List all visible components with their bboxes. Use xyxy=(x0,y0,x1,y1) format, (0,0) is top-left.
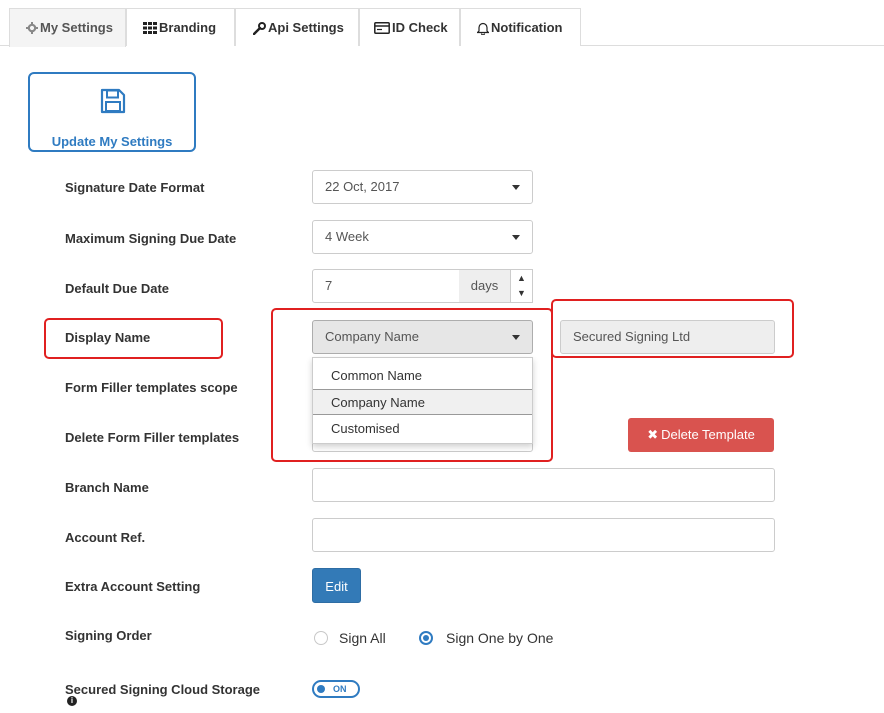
display-name-dropdown-menu: Common Name Company Name Customised xyxy=(312,357,533,444)
dropdown-option-customised[interactable]: Customised xyxy=(313,416,532,442)
update-button-label: Update My Settings xyxy=(51,134,173,149)
bell-icon xyxy=(477,22,489,35)
input-value: 7 xyxy=(325,278,333,293)
tab-label: Branding xyxy=(159,20,217,35)
tab-label: Api Settings xyxy=(268,20,344,35)
info-icon[interactable]: i xyxy=(67,696,77,706)
select-value: 22 Oct, 2017 xyxy=(325,179,400,194)
branch-name-label: Branch Name xyxy=(65,480,149,495)
caret-down-icon xyxy=(512,185,520,190)
signing-order-label: Signing Order xyxy=(65,628,152,643)
days-addon: days xyxy=(459,269,511,303)
radio-sign-all[interactable] xyxy=(314,631,328,645)
radio-sign-all-label[interactable]: Sign All xyxy=(339,629,386,647)
branch-name-input[interactable] xyxy=(312,468,775,502)
update-my-settings-button[interactable]: Update My Settings xyxy=(28,72,196,152)
display-name-preview: Secured Signing Ltd xyxy=(560,320,775,354)
signature-date-format-select[interactable]: 22 Oct, 2017 xyxy=(312,170,533,204)
chevron-up-icon[interactable]: ▲ xyxy=(517,274,526,283)
preview-value: Secured Signing Ltd xyxy=(573,329,691,344)
delete-template-button[interactable]: ✖ Delete Template xyxy=(628,418,774,452)
settings-tabs: My Settings Branding Api Settings ID Che… xyxy=(0,0,884,47)
wrench-icon xyxy=(253,21,266,35)
select-value: Company Name xyxy=(325,329,419,344)
caret-down-icon xyxy=(512,335,520,340)
id-card-icon xyxy=(374,22,390,34)
caret-down-icon xyxy=(512,235,520,240)
default-due-date-label: Default Due Date xyxy=(65,281,170,296)
toggle-state: ON xyxy=(333,684,347,694)
tab-api-settings[interactable]: Api Settings xyxy=(235,8,359,46)
days-unit-label: days xyxy=(470,278,499,293)
edit-button[interactable]: Edit xyxy=(312,568,361,603)
delete-form-filler-label: Delete Form Filler templates xyxy=(65,430,240,445)
cloud-storage-label: Secured Signing Cloud Storage xyxy=(65,682,261,697)
tab-label: Notification xyxy=(491,20,563,35)
signature-date-format-label: Signature Date Format xyxy=(65,180,205,195)
tab-branding[interactable]: Branding xyxy=(126,8,235,46)
gear-icon xyxy=(26,22,38,34)
display-name-select[interactable]: Company Name xyxy=(312,320,533,354)
delete-template-label: Delete Template xyxy=(661,427,755,442)
display-name-label: Display Name xyxy=(65,330,151,345)
tab-id-check[interactable]: ID Check xyxy=(359,8,460,46)
toggle-knob xyxy=(317,685,325,693)
x-icon: ✖ xyxy=(647,427,659,442)
dropdown-option-company-name[interactable]: Company Name xyxy=(313,389,532,415)
form-filler-scope-label: Form Filler templates scope xyxy=(65,380,238,395)
tab-my-settings[interactable]: My Settings xyxy=(9,8,126,47)
floppy-disk-icon xyxy=(100,88,126,117)
dropdown-option-common-name[interactable]: Common Name xyxy=(313,363,532,389)
account-ref-label: Account Ref. xyxy=(65,530,146,545)
max-signing-due-date-label: Maximum Signing Due Date xyxy=(65,231,237,246)
default-due-date-input[interactable]: 7 xyxy=(312,269,460,303)
extra-account-setting-label: Extra Account Setting xyxy=(65,579,201,594)
tab-label: ID Check xyxy=(392,20,448,35)
due-date-spinner[interactable]: ▲ ▼ xyxy=(511,269,533,303)
grid-icon xyxy=(143,22,157,34)
tab-notification[interactable]: Notification xyxy=(460,8,581,46)
max-signing-due-date-select[interactable]: 4 Week xyxy=(312,220,533,254)
cloud-storage-toggle[interactable]: ON xyxy=(312,680,360,698)
radio-sign-one-by-one-label[interactable]: Sign One by One xyxy=(446,629,553,647)
select-value: 4 Week xyxy=(325,229,369,244)
account-ref-input[interactable] xyxy=(312,518,775,552)
radio-sign-one-by-one[interactable] xyxy=(419,631,433,645)
chevron-down-icon[interactable]: ▼ xyxy=(517,289,526,298)
tab-label: My Settings xyxy=(40,20,113,35)
